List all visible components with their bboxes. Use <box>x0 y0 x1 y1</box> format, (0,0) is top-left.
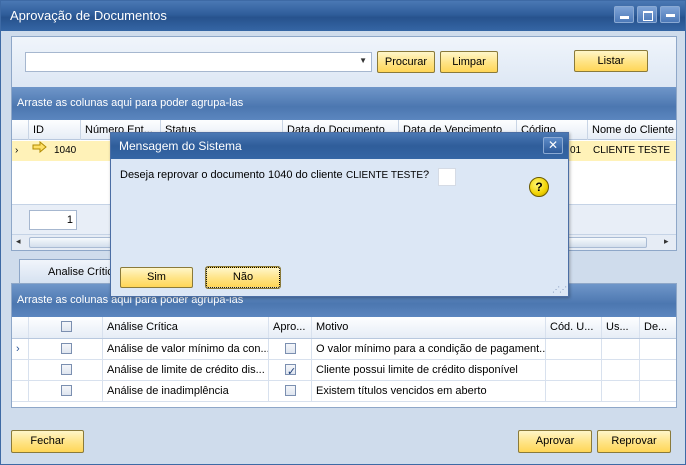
filter-combo[interactable]: ▼ <box>25 52 372 72</box>
cell-analise: Análise de limite de crédito dis... <box>102 360 268 381</box>
cell-nome-cliente: CLIENTE TESTE <box>593 145 671 156</box>
row-indicator-header <box>12 120 28 140</box>
group-panel[interactable]: Arraste as colunas aqui para poder agrup… <box>12 87 676 120</box>
limpar-button[interactable]: Limpar <box>440 51 498 73</box>
cell-aprovado[interactable] <box>268 381 311 402</box>
resize-grip-icon[interactable]: ⋰⋰ <box>552 285 567 294</box>
main-window: Aprovação de Documentos ▼ Procurar Limpa… <box>0 0 686 465</box>
arrow-right-icon <box>28 141 52 161</box>
close-icon[interactable]: ✕ <box>543 137 563 154</box>
sim-button[interactable]: Sim <box>120 267 193 288</box>
row-indicator <box>12 360 28 381</box>
table-row[interactable]: Análise de inadimplência Existem títulos… <box>12 381 676 402</box>
nao-button[interactable]: Não <box>205 266 281 289</box>
title-bar: Aprovação de Documentos <box>1 1 685 31</box>
col-aprovado[interactable]: Apro... <box>268 317 311 338</box>
group-hint: Arraste as colunas aqui para poder agrup… <box>17 97 244 109</box>
analysis-grid-header: Análise Crítica Apro... Motivo Cód. U...… <box>12 317 676 339</box>
cell-cod-usuario <box>545 360 601 381</box>
scroll-right-icon[interactable]: ▸ <box>664 236 669 247</box>
row-select-cell[interactable] <box>28 381 102 402</box>
aprovado-checkbox[interactable] <box>285 343 296 354</box>
question-icon: ? <box>529 177 549 197</box>
col-motivo[interactable]: Motivo <box>311 317 545 338</box>
row-select-cell[interactable] <box>28 360 102 381</box>
dialog-blank-field <box>438 168 456 186</box>
col-usuario[interactable]: Us... <box>601 317 639 338</box>
chevron-down-icon[interactable]: ▼ <box>359 56 367 65</box>
current-row-icon: › <box>16 343 20 355</box>
cell-analise: Análise de inadimplência <box>102 381 268 402</box>
row-indicator <box>12 381 28 402</box>
search-bar: ▼ Procurar Limpar Listar <box>12 37 676 87</box>
cell-motivo: O valor mínimo para a condição de pagame… <box>311 339 545 360</box>
window-close-button[interactable] <box>660 6 680 23</box>
fechar-button[interactable]: Fechar <box>11 430 84 453</box>
row-checkbox[interactable] <box>61 385 72 396</box>
window-title: Aprovação de Documentos <box>10 8 167 23</box>
col-select-all[interactable] <box>28 317 102 338</box>
aprovado-checkbox[interactable] <box>285 362 296 381</box>
listar-button[interactable]: Listar <box>574 50 648 72</box>
row-select-cell[interactable] <box>28 339 102 360</box>
cell-descricao <box>639 381 676 402</box>
col-analise-critica[interactable]: Análise Crítica <box>102 317 268 338</box>
reprovar-button[interactable]: Reprovar <box>597 430 671 453</box>
cell-cod-usuario <box>545 339 601 360</box>
procurar-button[interactable]: Procurar <box>377 51 435 73</box>
cell-usuario <box>601 381 639 402</box>
cell-motivo: Existem títulos vencidos em aberto <box>311 381 545 402</box>
cell-descricao <box>639 360 676 381</box>
cell-motivo: Cliente possui limite de crédito disponí… <box>311 360 545 381</box>
dialog-title-bar: Mensagem do Sistema ✕ <box>111 133 568 159</box>
select-all-checkbox[interactable] <box>61 321 72 332</box>
cell-cod-usuario <box>545 381 601 402</box>
maximize-button[interactable] <box>637 6 657 23</box>
cell-id: 1040 <box>54 145 77 156</box>
analysis-panel: Arraste as colunas aqui para poder agrup… <box>11 283 677 408</box>
cell-usuario <box>601 360 639 381</box>
cell-analise: Análise de valor mínimo da con... <box>102 339 268 360</box>
aprovar-button[interactable]: Aprovar <box>518 430 592 453</box>
col-id[interactable]: ID <box>28 120 80 140</box>
dialog-message: Deseja reprovar o documento 1040 do clie… <box>120 169 343 181</box>
minimize-button[interactable] <box>614 6 634 23</box>
page-number[interactable]: 1 <box>29 210 77 230</box>
cell-aprovado[interactable] <box>268 360 311 381</box>
aprovado-checkbox[interactable] <box>285 385 296 396</box>
cell-descricao <box>639 339 676 360</box>
dialog-title: Mensagem do Sistema <box>119 139 242 153</box>
row-checkbox[interactable] <box>61 343 72 354</box>
message-dialog: Mensagem do Sistema ✕ Deseja reprovar o … <box>110 132 569 297</box>
dialog-question-mark: ? <box>423 169 430 181</box>
col-descricao[interactable]: De... <box>639 317 676 338</box>
row-indicator-header <box>12 317 28 338</box>
cell-usuario <box>601 339 639 360</box>
tab-analise-critica[interactable]: Analise Crític <box>19 259 119 283</box>
cell-codigo: 01 <box>570 145 582 156</box>
scroll-left-icon[interactable]: ◂ <box>16 236 21 247</box>
row-checkbox[interactable] <box>61 364 72 375</box>
dialog-client-name: CLIENTE TESTE <box>346 170 424 181</box>
col-nome-cliente[interactable]: Nome do Cliente <box>587 120 676 140</box>
row-indicator-icon: › <box>15 145 19 156</box>
cell-aprovado[interactable] <box>268 339 311 360</box>
table-row[interactable]: Análise de limite de crédito dis... Clie… <box>12 360 676 381</box>
col-cod-usuario[interactable]: Cód. U... <box>545 317 601 338</box>
table-row[interactable]: › Análise de valor mínimo da con... O va… <box>12 339 676 360</box>
